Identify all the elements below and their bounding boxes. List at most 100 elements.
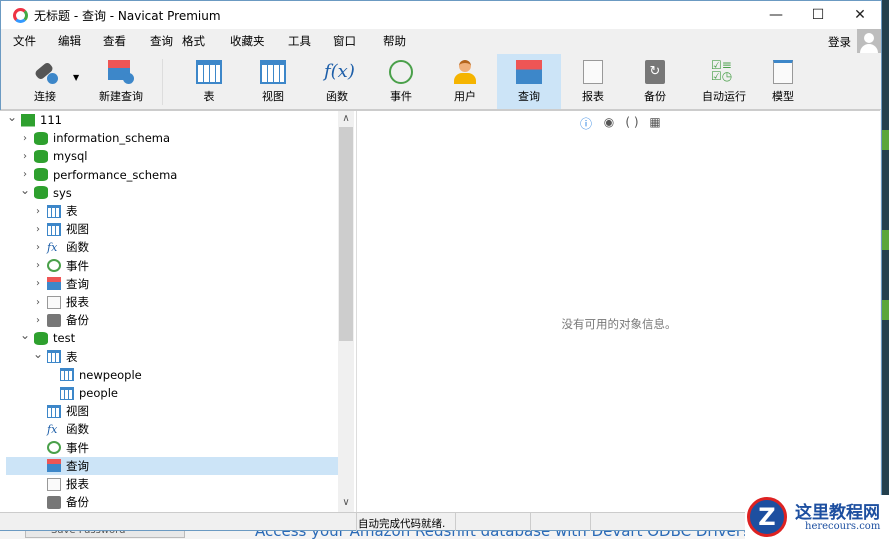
tree-scrollbar[interactable]: ∧ ∨ [338,111,354,513]
tree-item[interactable]: › 备份 [6,311,338,329]
report-button[interactable]: 报表 [561,54,625,109]
main-content: ⌄ 111 › information_schema › mysql › performanc… [0,110,880,513]
preview-icon[interactable]: ◉ [602,115,616,132]
menu-window[interactable]: 窗口 [333,33,356,49]
menu-help[interactable]: 帮助 [383,33,406,49]
avatar[interactable] [857,29,881,53]
report-icon [47,477,61,491]
close-button[interactable]: ✕ [839,7,881,23]
expand-arrow-icon[interactable]: › [19,133,31,144]
expand-arrow-icon[interactable]: › [32,260,44,271]
tree-item[interactable]: › 表 [6,202,338,220]
object-tree: ⌄ 111 › information_schema › mysql › performanc… [6,111,338,513]
function-icon: fx [47,422,58,436]
tree-item-label: 查询 [66,276,89,291]
navicat-logo-icon [13,7,28,23]
collapse-arrow-icon[interactable]: ⌄ [19,328,31,342]
tree-item[interactable]: 查询 [6,456,338,475]
menu-query[interactable]: 查询 [150,33,173,49]
new-query-button[interactable]: 新建查询 [83,54,159,109]
tree-item-label: performance_schema [53,167,178,182]
expand-arrow-icon[interactable]: › [32,297,44,308]
query-icon [516,60,542,84]
tree-item[interactable]: › 视图 [6,220,338,238]
collapse-arrow-icon[interactable]: ⌄ [32,347,44,361]
database-icon [34,131,48,145]
tree-item-label: 函数 [66,422,89,437]
menu-file[interactable]: 文件 [13,33,36,49]
report-icon [583,60,603,84]
expand-arrow-icon[interactable]: › [19,169,31,180]
expand-arrow-icon[interactable]: › [32,242,44,253]
login-link[interactable]: 登录 [828,34,851,50]
maximize-button[interactable]: ☐ [797,7,839,23]
layout-icon[interactable]: ▦ [648,115,662,132]
user-button[interactable]: 用户 [433,54,497,109]
tree-item-label: 事件 [66,440,89,455]
tree-item[interactable]: › 查询 [6,275,338,293]
menu-edit[interactable]: 编辑 [58,33,81,49]
tree-item-label: newpeople [79,367,142,382]
scroll-up-icon[interactable]: ∧ [338,113,354,124]
backup-icon [47,313,61,327]
connection-button[interactable]: 连接 [13,54,77,109]
collapse-arrow-icon[interactable]: ⌄ [19,183,31,197]
function-icon: f(x) [324,61,355,82]
tree-item[interactable]: ⌄ 111 [6,111,338,129]
tree-item[interactable]: fx 函数 [6,420,338,438]
expand-arrow-icon[interactable]: › [32,224,44,235]
database-icon [34,168,48,182]
connection-dropdown-icon[interactable]: ▼ [73,73,79,82]
tree-item[interactable]: 事件 [6,439,338,457]
function-button[interactable]: f(x) 函数 [305,54,369,109]
model-button[interactable]: 模型 [751,54,815,109]
info-icon[interactable]: ⓘ [579,115,593,132]
tree-item[interactable]: 视图 [6,402,338,420]
menu-tools[interactable]: 工具 [288,33,311,49]
event-icon [47,259,61,273]
tree-item[interactable]: ⌄ sys [6,183,338,202]
table-button[interactable]: 表 [177,54,241,109]
tree-item[interactable]: › fx 函数 [6,238,338,256]
minimize-button[interactable]: — [755,7,797,23]
backup-button[interactable]: ↻ 备份 [623,54,687,109]
menu-format[interactable]: 格式 [182,33,205,49]
automation-button[interactable]: ☑≡ ☑◷ 自动运行 [689,54,759,109]
table-icon [47,204,61,218]
expand-arrow-icon[interactable]: › [32,206,44,217]
tree-item[interactable]: ⌄ 表 [6,347,338,366]
scroll-down-icon[interactable]: ∨ [338,497,354,508]
expand-arrow-icon[interactable]: › [19,151,31,162]
backup-icon [47,495,61,509]
tree-item[interactable]: › performance_schema [6,166,338,184]
empty-message: 没有可用的对象信息。 [561,317,677,331]
tree-item-label: sys [53,185,72,200]
query-button[interactable]: 查询 [497,54,561,109]
tree-item[interactable]: › 报表 [6,293,338,311]
connection-icon [32,60,58,84]
tree-item[interactable]: 备份 [6,493,338,511]
tree-item[interactable]: people [6,384,338,402]
tree-item[interactable]: newpeople [6,366,338,384]
tree-item-label: information_schema [53,131,171,146]
view-button[interactable]: 视图 [241,54,305,109]
menu-favorites[interactable]: 收藏夹 [230,33,265,49]
menu-view[interactable]: 查看 [103,33,126,49]
event-icon [389,60,413,84]
tree-item-label: people [79,386,118,400]
toolbar: 连接 ▼ 新建查询 表 视图 f(x) 函数 事件 用户 查询 报表 ↻ 备份 ☑≡… [1,53,881,110]
collapse-arrow-icon[interactable]: ⌄ [6,111,18,124]
event-button[interactable]: 事件 [369,54,433,109]
user-icon [452,60,478,84]
tree-item[interactable]: 报表 [6,475,338,493]
tree-item[interactable]: › 事件 [6,257,338,275]
expand-arrow-icon[interactable]: › [32,278,44,289]
tree-item[interactable]: › mysql [6,147,338,165]
tree-item[interactable]: › information_schema [6,129,338,147]
expand-arrow-icon[interactable]: › [32,315,44,326]
tree-item[interactable]: ⌄ test [6,328,338,347]
ddl-icon[interactable]: ( ) [625,115,639,132]
connection-icon [21,113,35,127]
scrollbar-thumb[interactable] [339,127,353,341]
tree-item-label: 111 [40,113,62,127]
